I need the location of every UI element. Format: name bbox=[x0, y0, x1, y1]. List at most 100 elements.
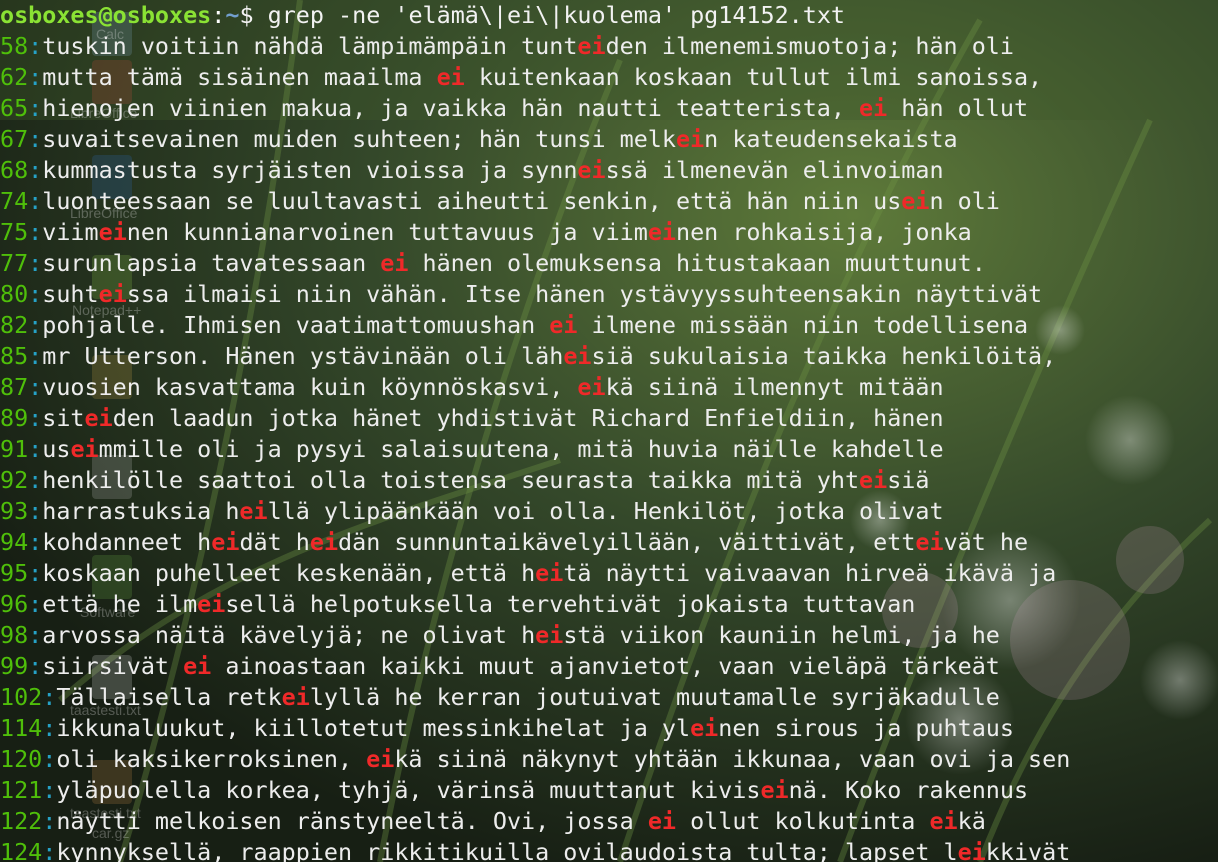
line-number: 77 bbox=[0, 249, 29, 277]
line-text: koskaan puhelleet keskenään, että h bbox=[42, 559, 536, 587]
line-text: nä. Koko rakennus bbox=[788, 776, 1029, 804]
output-line: 92:henkilölle saattoi olla toistensa seu… bbox=[0, 465, 1218, 496]
line-number: 114 bbox=[0, 714, 43, 742]
output-line: 58:tuskin voitiin nähdä lämpimämpäin tun… bbox=[0, 31, 1218, 62]
line-text: ssa ilmaisi niin vähän. Itse hänen ystäv… bbox=[126, 280, 1043, 308]
line-number: 120 bbox=[0, 745, 43, 773]
line-number: 124 bbox=[0, 838, 43, 862]
match-highlight: ei bbox=[239, 497, 268, 525]
line-separator: : bbox=[28, 528, 43, 556]
output-line: 75:viimeinen kunnianarvoinen tuttavuus j… bbox=[0, 217, 1218, 248]
line-separator: : bbox=[28, 435, 43, 463]
line-text: hänen olemuksensa hitustakaan muuttunut. bbox=[408, 249, 986, 277]
output-line: 67:suvaitsevainen muiden suhteen; hän tu… bbox=[0, 124, 1218, 155]
match-highlight: ei bbox=[436, 63, 465, 91]
output-line: 95:koskaan puhelleet keskenään, että hei… bbox=[0, 558, 1218, 589]
match-highlight: ei bbox=[84, 404, 113, 432]
match-highlight: ei bbox=[647, 807, 676, 835]
line-text: pohjalle. Ihmisen vaatimattomuushan bbox=[42, 311, 550, 339]
line-separator: : bbox=[28, 497, 43, 525]
line-text: nen kunnianarvoinen tuttavuus ja viim bbox=[126, 218, 648, 246]
line-number: 94 bbox=[0, 528, 29, 556]
match-highlight: ei bbox=[281, 683, 310, 711]
line-text: kuitenkaan koskaan tullut ilmi sanoissa, bbox=[464, 63, 1043, 91]
line-text: näytti melkoisen ränstyneeltä. Ovi, joss… bbox=[56, 807, 648, 835]
match-highlight: ei bbox=[859, 94, 888, 122]
match-highlight: ei bbox=[577, 156, 606, 184]
line-separator: : bbox=[28, 218, 43, 246]
line-number: 62 bbox=[0, 63, 29, 91]
match-highlight: ei bbox=[859, 466, 888, 494]
line-separator: : bbox=[28, 187, 43, 215]
line-text: henkilölle saattoi olla toistensa seuras… bbox=[42, 466, 860, 494]
output-line: 68:kummastusta syrjäisten vioissa ja syn… bbox=[0, 155, 1218, 186]
line-text: Tällaisella retk bbox=[56, 683, 282, 711]
match-highlight: ei bbox=[380, 249, 409, 277]
line-separator: : bbox=[28, 311, 43, 339]
terminal-window[interactable]: osboxes@osboxes: ~$ grep -ne 'elämä\|ei\|… bbox=[0, 0, 1218, 862]
match-highlight: ei bbox=[577, 373, 606, 401]
line-separator: : bbox=[42, 714, 57, 742]
line-number: 82 bbox=[0, 311, 29, 339]
line-number: 99 bbox=[0, 652, 29, 680]
line-text: mmille oli ja pysyi salaisuutena, mitä h… bbox=[98, 435, 944, 463]
line-separator: : bbox=[28, 125, 43, 153]
line-text: kä siinä näkynyt yhtään ikkunaa, vaan ov… bbox=[394, 745, 1071, 773]
line-number: 67 bbox=[0, 125, 29, 153]
match-highlight: ei bbox=[535, 621, 564, 649]
line-number: 122 bbox=[0, 807, 43, 835]
line-text: n kateudensekaista bbox=[704, 125, 958, 153]
line-text: n oli bbox=[929, 187, 1000, 215]
line-text: vät he bbox=[943, 528, 1029, 556]
line-number: 65 bbox=[0, 94, 29, 122]
line-text: tuskin voitiin nähdä lämpimämpäin tunt bbox=[42, 32, 578, 60]
match-highlight: ei bbox=[70, 435, 99, 463]
output-line: 89:siteiden laadun jotka hänet yhdistivä… bbox=[0, 403, 1218, 434]
line-text: mutta tämä sisäinen maailma bbox=[42, 63, 437, 91]
line-text: siirsivät bbox=[42, 652, 184, 680]
line-separator: : bbox=[28, 404, 43, 432]
match-highlight: ei bbox=[760, 776, 789, 804]
output-line: 82:pohjalle. Ihmisen vaatimattomuushan e… bbox=[0, 310, 1218, 341]
line-text: sit bbox=[42, 404, 85, 432]
line-separator: : bbox=[28, 621, 43, 649]
line-text: kä bbox=[957, 807, 986, 835]
line-text: tä näytti vaivaavan hirveä ikävä ja bbox=[563, 559, 1057, 587]
line-separator: : bbox=[28, 156, 43, 184]
line-text: nen sirous ja puhtaus bbox=[718, 714, 1014, 742]
line-text: luonteessaan se luultavasti aiheutti sen… bbox=[42, 187, 902, 215]
line-separator: : bbox=[28, 559, 43, 587]
line-separator: : bbox=[42, 807, 57, 835]
line-separator: : bbox=[28, 373, 43, 401]
line-number: 74 bbox=[0, 187, 29, 215]
line-number: 92 bbox=[0, 466, 29, 494]
output-line: 98:arvossa näitä kävelyjä; ne olivat hei… bbox=[0, 620, 1218, 651]
line-number: 91 bbox=[0, 435, 29, 463]
output-line: 99:siirsivät ei ainoastaan kaikki muut a… bbox=[0, 651, 1218, 682]
line-text: hän ollut bbox=[887, 94, 1029, 122]
line-text: den laadun jotka hänet yhdistivät Richar… bbox=[112, 404, 944, 432]
line-text: arvossa näitä kävelyjä; ne olivat h bbox=[42, 621, 536, 649]
line-text: siä sukulaisia taikka henkilöitä, bbox=[591, 342, 1057, 370]
line-text: suht bbox=[42, 280, 99, 308]
line-text: harrastuksia h bbox=[42, 497, 240, 525]
line-text: ainoastaan kaikki muut ajanvietot, vaan … bbox=[211, 652, 1000, 680]
match-highlight: ei bbox=[647, 218, 677, 246]
output-line: 74:luonteessaan se luultavasti aiheutti … bbox=[0, 186, 1218, 217]
line-number: 96 bbox=[0, 590, 29, 618]
match-highlight: ei bbox=[309, 528, 339, 556]
line-text: kkivät bbox=[985, 838, 1071, 862]
line-number: 102 bbox=[0, 683, 43, 711]
line-number: 75 bbox=[0, 218, 29, 246]
output-line: 80:suhteissa ilmaisi niin vähän. Itse hä… bbox=[0, 279, 1218, 310]
match-highlight: ei bbox=[98, 218, 127, 246]
line-text: sellä helpotuksella tervehtivät jokaista… bbox=[225, 590, 916, 618]
line-text: kummastusta syrjäisten vioissa ja synn bbox=[42, 156, 578, 184]
line-separator: : bbox=[28, 280, 43, 308]
line-text: vuosien kasvattama kuin köynnöskasvi, bbox=[42, 373, 578, 401]
match-highlight: ei bbox=[211, 528, 240, 556]
match-highlight: ei bbox=[535, 559, 564, 587]
prompt-user-host: osboxes@osboxes bbox=[0, 1, 212, 29]
line-text: mr Utterson. Hänen ystävinään oli läh bbox=[42, 342, 564, 370]
output-line: 77:surunlapsia tavatessaan ei hänen olem… bbox=[0, 248, 1218, 279]
